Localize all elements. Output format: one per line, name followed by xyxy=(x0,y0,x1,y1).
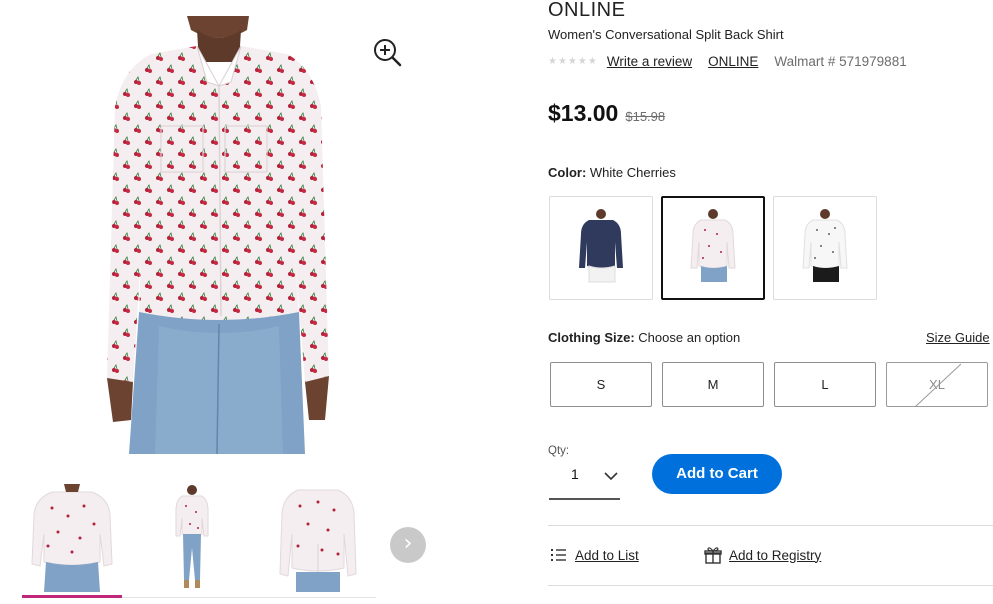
price-row: $13.00 $15.98 xyxy=(548,100,665,127)
add-to-registry-label: Add to Registry xyxy=(729,547,822,563)
add-to-registry-button[interactable]: Add to Registry xyxy=(704,546,821,564)
color-label: Color: xyxy=(548,165,587,180)
current-price: $13.00 xyxy=(548,100,619,126)
divider xyxy=(548,525,993,526)
size-option-label: M xyxy=(707,377,719,392)
zoom-in-icon[interactable] xyxy=(371,36,403,68)
main-product-image[interactable] xyxy=(99,16,337,455)
divider xyxy=(548,585,993,586)
chevron-right-icon[interactable]: › xyxy=(390,527,426,563)
product-meta-row: ★★★★★ Write a review ONLINE Walmart # 57… xyxy=(548,52,907,70)
quantity-select[interactable]: 1 xyxy=(549,458,620,500)
quantity-value: 1 xyxy=(571,466,579,482)
list-icon xyxy=(551,549,566,561)
product-brand: ONLINE xyxy=(548,0,626,21)
size-option-label: S xyxy=(596,377,606,392)
gift-icon xyxy=(704,547,722,564)
thumbnail-front[interactable] xyxy=(22,484,122,594)
product-title: Women's Conversational Split Back Shirt xyxy=(548,27,784,42)
write-review-link[interactable]: Write a review xyxy=(607,54,692,69)
size-option-s[interactable]: S xyxy=(550,362,652,407)
size-label: Clothing Size: xyxy=(548,330,635,345)
selected-color: White Cherries xyxy=(589,165,676,180)
size-guide-link[interactable]: Size Guide xyxy=(926,330,990,345)
color-swatch-white-cherries[interactable] xyxy=(661,196,765,300)
add-to-cart-button[interactable]: Add to Cart xyxy=(652,454,782,494)
qty-label: Qty: xyxy=(548,445,570,457)
brand-link[interactable]: ONLINE xyxy=(708,54,758,69)
size-option-xl-unavailable[interactable]: XL xyxy=(886,362,988,407)
color-swatch-navy[interactable] xyxy=(549,196,653,300)
color-label-row: Color: White Cherries xyxy=(548,165,676,180)
thumbnail-back[interactable] xyxy=(268,484,368,594)
size-option-label: L xyxy=(821,377,829,392)
size-option-l[interactable]: L xyxy=(774,362,876,407)
thumbnail-strip xyxy=(22,484,376,600)
add-to-list-button[interactable]: Add to List xyxy=(550,546,639,564)
was-price: $15.98 xyxy=(625,109,666,124)
rating-stars-icon: ★★★★★ xyxy=(548,55,598,67)
size-prompt: Choose an option xyxy=(638,330,741,345)
size-option-m[interactable]: M xyxy=(662,362,764,407)
item-number: Walmart # 571979881 xyxy=(774,53,907,69)
color-swatch-white-dots[interactable] xyxy=(773,196,877,300)
size-label-row: Clothing Size: Choose an option xyxy=(548,330,740,345)
active-thumbnail-indicator xyxy=(22,595,122,598)
chevron-down-icon xyxy=(604,472,618,481)
thumbnail-full-body[interactable] xyxy=(142,484,242,594)
size-option-label: XL xyxy=(929,377,945,392)
add-to-list-label: Add to List xyxy=(575,547,639,563)
